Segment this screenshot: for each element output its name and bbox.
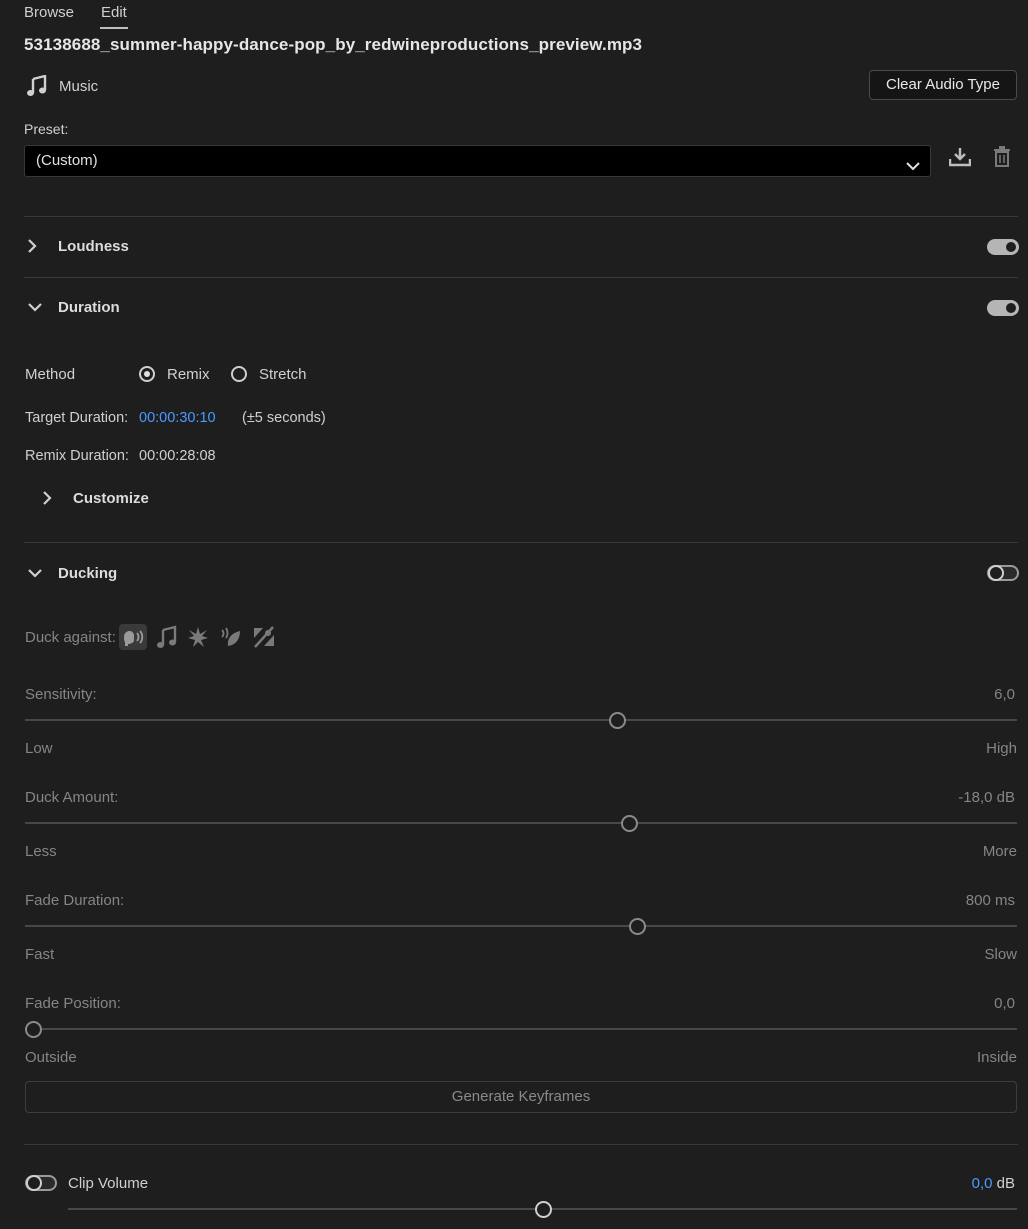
remix-radio[interactable] [139,366,155,382]
sensitivity-min-label: Low [25,740,53,757]
chevron-down-icon[interactable] [27,565,43,586]
duration-section-title[interactable]: Duration [58,299,120,316]
stretch-radio[interactable] [231,366,247,382]
divider [24,277,1018,278]
clip-volume-readout: 0,0 dB [972,1175,1015,1192]
preset-value: (Custom) [36,152,98,169]
fade-position-max-label: Inside [976,1049,1017,1066]
fade-position-slider[interactable] [25,1028,1017,1030]
clip-volume-label: Clip Volume [68,1175,149,1192]
target-duration-label: Target Duration: [25,410,129,426]
sensitivity-max-label: High [986,740,1017,757]
fade-duration-slider-thumb[interactable] [629,918,646,935]
duck-amount-label: Duck Amount: [25,789,119,806]
generate-keyframes-button[interactable]: Generate Keyframes [25,1081,1017,1113]
fade-position-slider-thumb[interactable] [25,1021,42,1038]
duck-amount-value: -18,0 dB [958,789,1015,806]
remix-radio-label[interactable]: Remix [167,366,210,383]
ambience-icon[interactable] [219,626,243,648]
duck-amount-max-label: More [982,843,1017,860]
clip-volume-unit: dB [996,1175,1015,1192]
duck-amount-slider-thumb[interactable] [621,815,638,832]
method-label: Method [25,366,76,383]
divider [24,216,1018,217]
chevron-down-icon [906,154,920,184]
fade-duration-max-label: Slow [984,946,1017,963]
fade-duration-label: Fade Duration: [25,892,125,909]
ducking-toggle[interactable] [987,565,1019,581]
clip-volume-toggle[interactable] [25,1175,57,1191]
chevron-right-icon[interactable] [24,238,40,259]
remix-duration-label: Remix Duration: [25,448,129,464]
clip-volume-value[interactable]: 0,0 [972,1175,993,1192]
dialogue-icon[interactable] [119,624,147,650]
clear-audio-type-button[interactable]: Clear Audio Type [869,70,1017,100]
fade-duration-min-label: Fast [25,946,55,963]
remix-duration-value: 00:00:28:08 [139,448,216,464]
loudness-section-title[interactable]: Loudness [58,238,129,255]
ducking-section-title[interactable]: Ducking [58,565,117,582]
delete-preset-icon[interactable] [993,146,1011,168]
active-tab-indicator [100,27,128,29]
music-icon[interactable] [156,625,178,649]
loudness-toggle[interactable] [987,239,1019,255]
stretch-radio-label[interactable]: Stretch [259,366,307,383]
duck-against-label: Duck against: [25,629,116,646]
customize-title[interactable]: Customize [73,490,149,507]
save-preset-icon[interactable] [948,147,972,169]
fade-duration-slider[interactable] [25,925,1017,927]
target-tolerance: (±5 seconds) [242,410,326,426]
divider [24,542,1018,543]
sensitivity-value: 6,0 [994,686,1015,703]
divider [24,1144,1018,1145]
music-note-icon [26,74,48,97]
tab-edit[interactable]: Edit [101,4,127,21]
sfx-icon[interactable] [187,626,209,648]
preset-label: Preset: [24,121,69,137]
sensitivity-label: Sensitivity: [25,686,97,703]
sensitivity-slider[interactable] [25,719,1017,721]
unclassified-icon[interactable] [251,625,277,649]
fade-position-label: Fade Position: [25,995,121,1012]
fade-duration-value: 800 ms [965,892,1015,909]
tab-browse[interactable]: Browse [24,4,74,21]
preset-select[interactable]: (Custom) [24,145,931,177]
fade-position-min-label: Outside [25,1049,77,1066]
target-duration-value[interactable]: 00:00:30:10 [139,410,216,426]
chevron-right-icon[interactable] [39,490,55,511]
duck-amount-min-label: Less [25,843,57,860]
sensitivity-slider-thumb[interactable] [609,712,626,729]
chevron-down-icon[interactable] [27,299,43,320]
clip-volume-slider-thumb[interactable] [535,1201,552,1218]
fade-position-value: 0,0 [994,995,1015,1012]
audio-type-label: Music [59,78,99,95]
duck-amount-slider[interactable] [25,822,1017,824]
duration-toggle[interactable] [987,300,1019,316]
clip-file-name: 53138688_summer-happy-dance-pop_by_redwi… [24,35,643,54]
